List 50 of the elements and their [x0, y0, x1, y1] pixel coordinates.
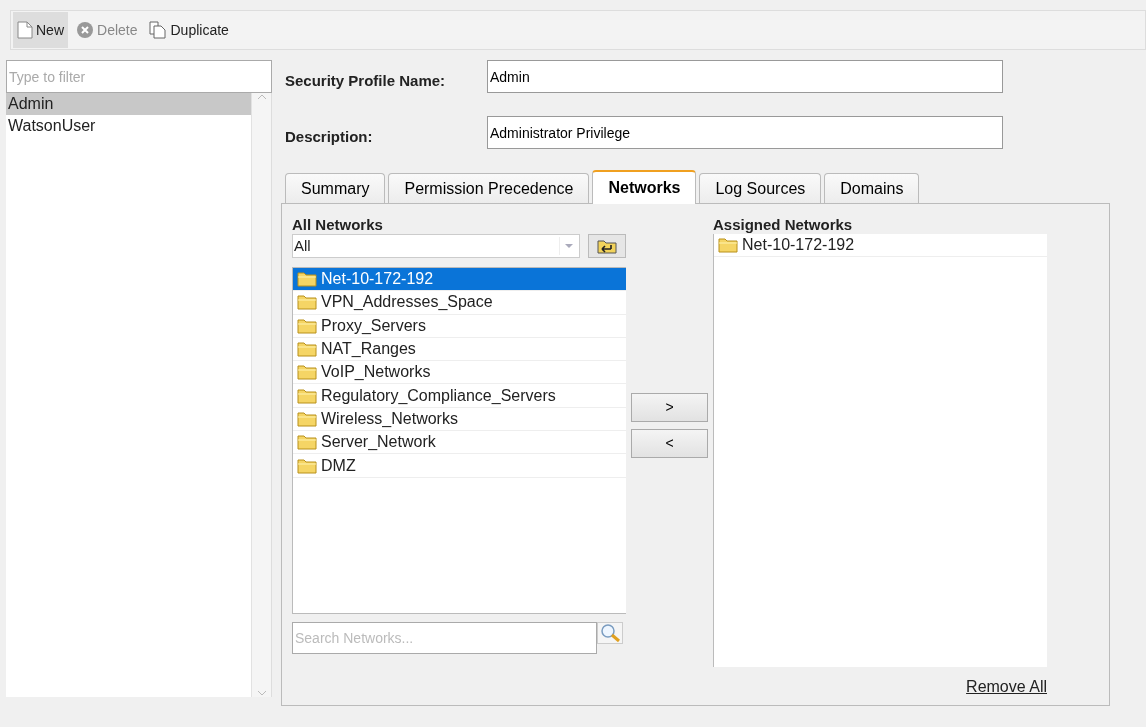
network-item[interactable]: NAT_Ranges — [293, 337, 626, 362]
network-item[interactable]: Regulatory_Compliance_Servers — [293, 384, 626, 408]
folder-icon — [718, 237, 738, 253]
folder-icon — [297, 317, 317, 334]
tab[interactable]: Summary — [285, 173, 386, 203]
tab[interactable]: Log Sources — [699, 173, 822, 203]
document-icon — [17, 21, 33, 39]
search-icon[interactable] — [597, 622, 623, 644]
folder-icon — [297, 387, 317, 404]
field-label: Description: — [284, 127, 374, 147]
tab[interactable]: Permission Precedence — [388, 173, 590, 203]
network-item[interactable]: Net-10-172-192 — [714, 234, 1047, 257]
field-label: Security Profile Name: — [284, 71, 447, 91]
scrollbar[interactable] — [251, 93, 271, 697]
copy-icon — [149, 21, 168, 39]
folder-icon — [297, 410, 317, 427]
network-item[interactable]: Wireless_Networks — [293, 407, 626, 432]
remove-all-link[interactable]: Remove All — [966, 675, 1047, 699]
section-title: Assigned Networks — [713, 216, 854, 234]
network-item[interactable]: Proxy_Servers — [293, 314, 626, 338]
network-filter-dropdown[interactable]: All — [292, 234, 580, 258]
folder-icon — [297, 294, 317, 311]
search-field[interactable]: Search Networks... — [292, 622, 597, 654]
network-item[interactable]: VPN_Addresses_Space — [293, 291, 626, 315]
folder-icon — [297, 457, 317, 474]
text-field[interactable]: Admin — [487, 60, 1003, 93]
folder-icon — [297, 364, 317, 381]
tab[interactable]: Domains — [824, 173, 920, 203]
folder-icon — [297, 434, 317, 451]
profile-item[interactable]: WatsonUser — [6, 115, 251, 137]
network-item[interactable]: DMZ — [293, 454, 626, 478]
delete-icon — [76, 21, 94, 39]
tab[interactable]: Networks — [592, 170, 697, 204]
folder-icon — [297, 341, 317, 358]
scroll-up-icon[interactable] — [256, 93, 267, 101]
network-item[interactable]: VoIP_Networks — [293, 361, 626, 385]
remove-button[interactable]: < — [631, 429, 708, 458]
new-button[interactable]: New — [13, 12, 68, 48]
add-button[interactable]: > — [631, 393, 708, 422]
folder-up-button[interactable] — [588, 234, 626, 258]
folder-up-icon — [597, 238, 617, 254]
network-item[interactable]: Net-10-172-192 — [293, 268, 626, 292]
text-field[interactable]: Administrator Privilege — [487, 116, 1003, 149]
profile-item[interactable]: Admin — [6, 93, 251, 115]
folder-icon — [297, 271, 317, 288]
network-item[interactable]: Server_Network — [293, 431, 626, 455]
filter-field[interactable]: Type to filter — [6, 60, 272, 93]
scroll-down-icon[interactable] — [256, 689, 267, 697]
duplicate-button[interactable]: Duplicate — [145, 12, 233, 48]
section-title: All Networks — [292, 216, 384, 234]
